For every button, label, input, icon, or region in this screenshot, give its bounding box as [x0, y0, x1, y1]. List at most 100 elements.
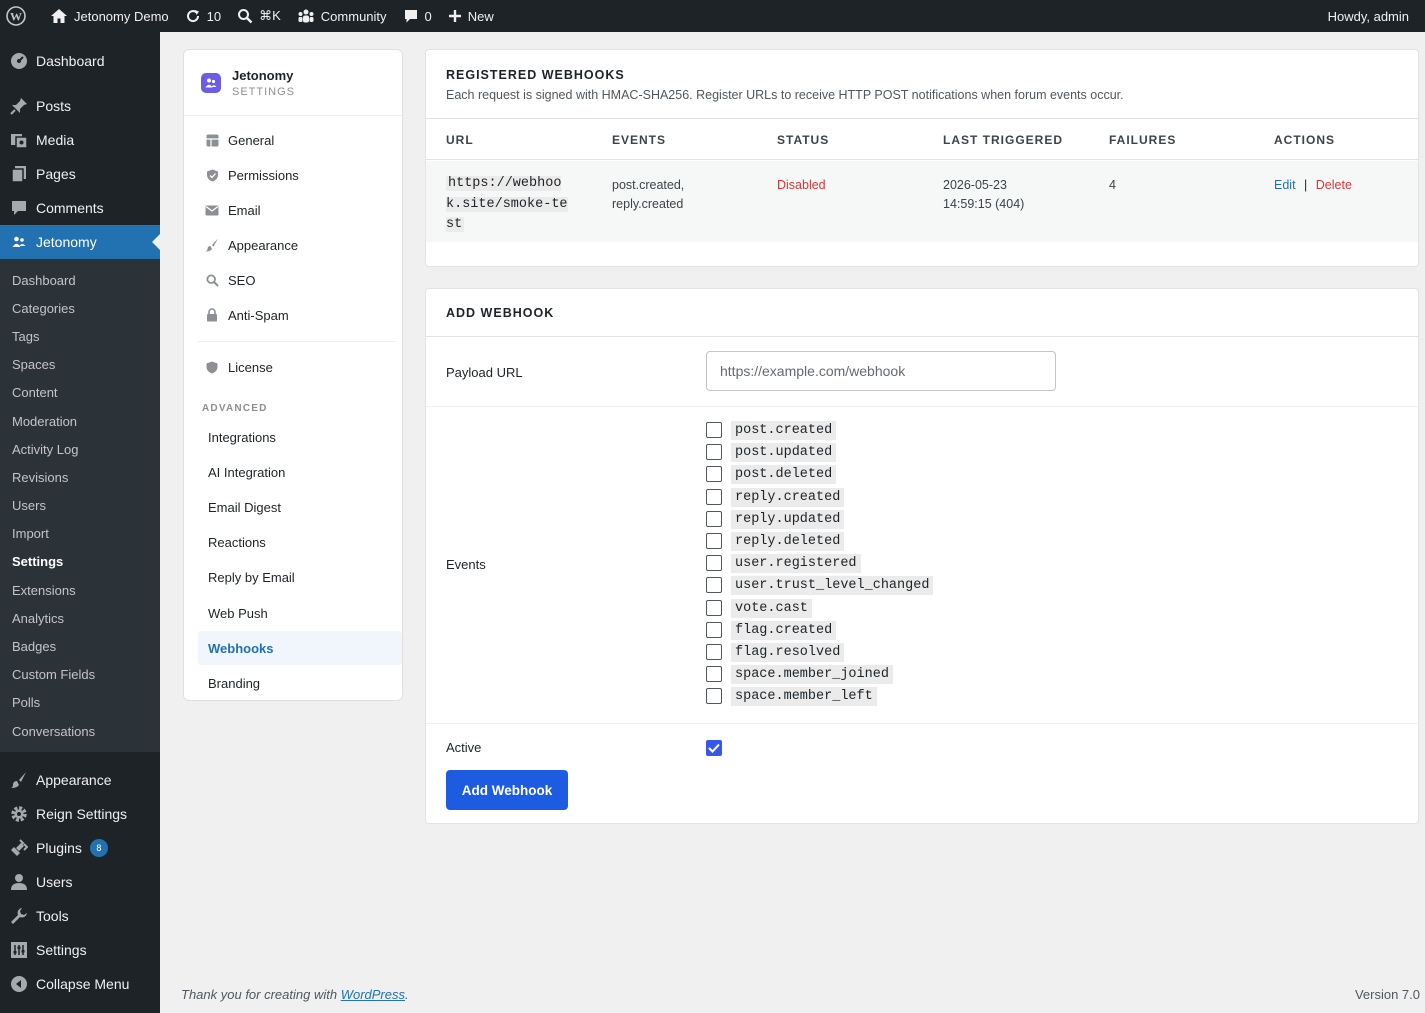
settings-nav: Jetonomy SETTINGS General Permissions Em…	[183, 49, 403, 701]
menu-settings[interactable]: Settings	[0, 933, 160, 967]
submenu-item[interactable]: Dashboard	[0, 266, 160, 294]
event-option: space.member_left	[706, 685, 877, 707]
column-header: FAILURES	[1109, 133, 1177, 147]
webhook-events-cell: post.created, reply.created	[612, 176, 684, 214]
menu-label: Users	[36, 874, 73, 891]
nav-license[interactable]: License	[198, 350, 402, 384]
brush-icon	[204, 237, 220, 253]
wordpress-logo-icon[interactable]: W	[0, 0, 42, 32]
submenu-item[interactable]: Extensions	[0, 576, 160, 604]
event-name: reply.updated	[731, 509, 845, 529]
menu-plugins[interactable]: Plugins 8	[0, 831, 160, 865]
community-label: Community	[320, 8, 387, 24]
nav-web-push[interactable]: Web Push	[198, 596, 402, 630]
event-checkbox[interactable]	[706, 466, 722, 482]
dashboard-icon	[10, 52, 28, 70]
submenu-item[interactable]: Tags	[0, 322, 160, 350]
submenu-item[interactable]: Users	[0, 492, 160, 520]
event-checkbox[interactable]	[706, 489, 722, 505]
menu-reign-settings[interactable]: Reign Settings	[0, 797, 160, 831]
event-checkbox[interactable]	[706, 511, 722, 527]
event-checkbox[interactable]	[706, 644, 722, 660]
event-option: flag.resolved	[706, 641, 845, 663]
submenu-item[interactable]: Content	[0, 379, 160, 407]
edit-webhook-link[interactable]: Edit	[1274, 178, 1296, 192]
event-checkbox[interactable]	[706, 444, 722, 460]
menu-pages[interactable]: Pages	[0, 157, 160, 191]
community-link[interactable]: Community	[289, 0, 395, 32]
menu-tools[interactable]: Tools	[0, 899, 160, 933]
updates-link[interactable]: 10	[177, 0, 229, 32]
table-header: URL EVENTS STATUS LAST TRIGGERED FAILURE…	[426, 118, 1418, 160]
event-checkbox[interactable]	[706, 666, 722, 682]
event-checkbox[interactable]	[706, 577, 722, 593]
comments-link[interactable]: 0	[395, 0, 440, 32]
event-checkbox[interactable]	[706, 555, 722, 571]
menu-dashboard[interactable]: Dashboard	[0, 44, 160, 78]
site-name-link[interactable]: Jetonomy Demo	[42, 0, 177, 32]
footer-version: Version 7.0	[1354, 987, 1420, 1002]
account-menu[interactable]: Howdy, admin	[1320, 0, 1425, 32]
submenu-item[interactable]: Spaces	[0, 351, 160, 379]
submenu-item[interactable]: Revisions	[0, 463, 160, 491]
command-palette-button[interactable]: ⌘K	[229, 0, 289, 32]
nav-label: SEO	[228, 272, 256, 288]
menu-media[interactable]: Media	[0, 123, 160, 157]
submenu-item[interactable]: Import	[0, 520, 160, 548]
nav-reactions[interactable]: Reactions	[198, 525, 402, 559]
nav-integrations[interactable]: Integrations	[198, 420, 402, 454]
submenu-item[interactable]: Moderation	[0, 407, 160, 435]
gear-icon	[10, 805, 28, 823]
submenu-item-current[interactable]: Settings	[0, 548, 160, 576]
submenu-item[interactable]: Activity Log	[0, 435, 160, 463]
action-separator: |	[1304, 178, 1308, 192]
nav-ai-integration[interactable]: AI Integration	[198, 455, 402, 489]
nav-email-digest[interactable]: Email Digest	[198, 490, 402, 524]
nav-seo[interactable]: SEO	[198, 263, 402, 297]
nav-permissions[interactable]: Permissions	[198, 158, 402, 192]
event-checkbox[interactable]	[706, 422, 722, 438]
submenu-item[interactable]: Custom Fields	[0, 661, 160, 689]
menu-label: Posts	[36, 98, 72, 114]
collapse-menu-button[interactable]: Collapse Menu	[0, 967, 160, 1001]
event-option: post.deleted	[706, 463, 837, 485]
menu-label: Collapse Menu	[36, 976, 130, 993]
add-webhook-button[interactable]: Add Webhook	[446, 770, 568, 810]
nav-email[interactable]: Email	[198, 193, 402, 227]
nav-anti-spam[interactable]: Anti-Spam	[198, 298, 402, 332]
nav-general[interactable]: General	[198, 123, 402, 157]
comment-icon	[404, 10, 417, 23]
webhook-actions: Edit | Delete	[1274, 176, 1352, 195]
payload-url-input[interactable]	[706, 351, 1056, 391]
submenu-item[interactable]: Analytics	[0, 604, 160, 632]
plugin-icon	[10, 839, 28, 857]
event-checkbox[interactable]	[706, 600, 722, 616]
menu-comments[interactable]: Comments	[0, 191, 160, 225]
submenu-item[interactable]: Categories	[0, 294, 160, 322]
event-checkbox[interactable]	[706, 533, 722, 549]
submenu-item[interactable]: Conversations	[0, 717, 160, 745]
nav-webhooks[interactable]: Webhooks	[198, 631, 402, 665]
refresh-icon	[186, 10, 199, 23]
submenu-item[interactable]: Polls	[0, 689, 160, 717]
nav-label: Anti-Spam	[228, 307, 289, 323]
event-checkbox[interactable]	[706, 688, 722, 704]
active-checkbox[interactable]	[706, 740, 722, 756]
menu-posts[interactable]: Posts	[0, 89, 160, 123]
plus-icon	[448, 10, 461, 22]
comments-count: 0	[424, 8, 432, 24]
submenu-item[interactable]: Badges	[0, 632, 160, 660]
wordpress-link[interactable]: WordPress	[341, 987, 405, 1002]
nav-appearance[interactable]: Appearance	[198, 228, 402, 262]
nav-branding[interactable]: Branding	[198, 666, 402, 700]
event-name: vote.cast	[731, 598, 812, 618]
delete-webhook-link[interactable]: Delete	[1316, 178, 1352, 192]
menu-jetonomy[interactable]: Jetonomy	[0, 225, 160, 259]
add-webhook-card: ADD WEBHOOK Payload URL Events post.crea…	[425, 288, 1419, 824]
event-checkbox[interactable]	[706, 622, 722, 638]
menu-appearance[interactable]: Appearance	[0, 763, 160, 797]
menu-users[interactable]: Users	[0, 865, 160, 899]
nav-reply-by-email[interactable]: Reply by Email	[198, 560, 402, 594]
new-content-link[interactable]: New	[440, 0, 502, 32]
card-title: REGISTERED WEBHOOKS	[446, 68, 625, 82]
